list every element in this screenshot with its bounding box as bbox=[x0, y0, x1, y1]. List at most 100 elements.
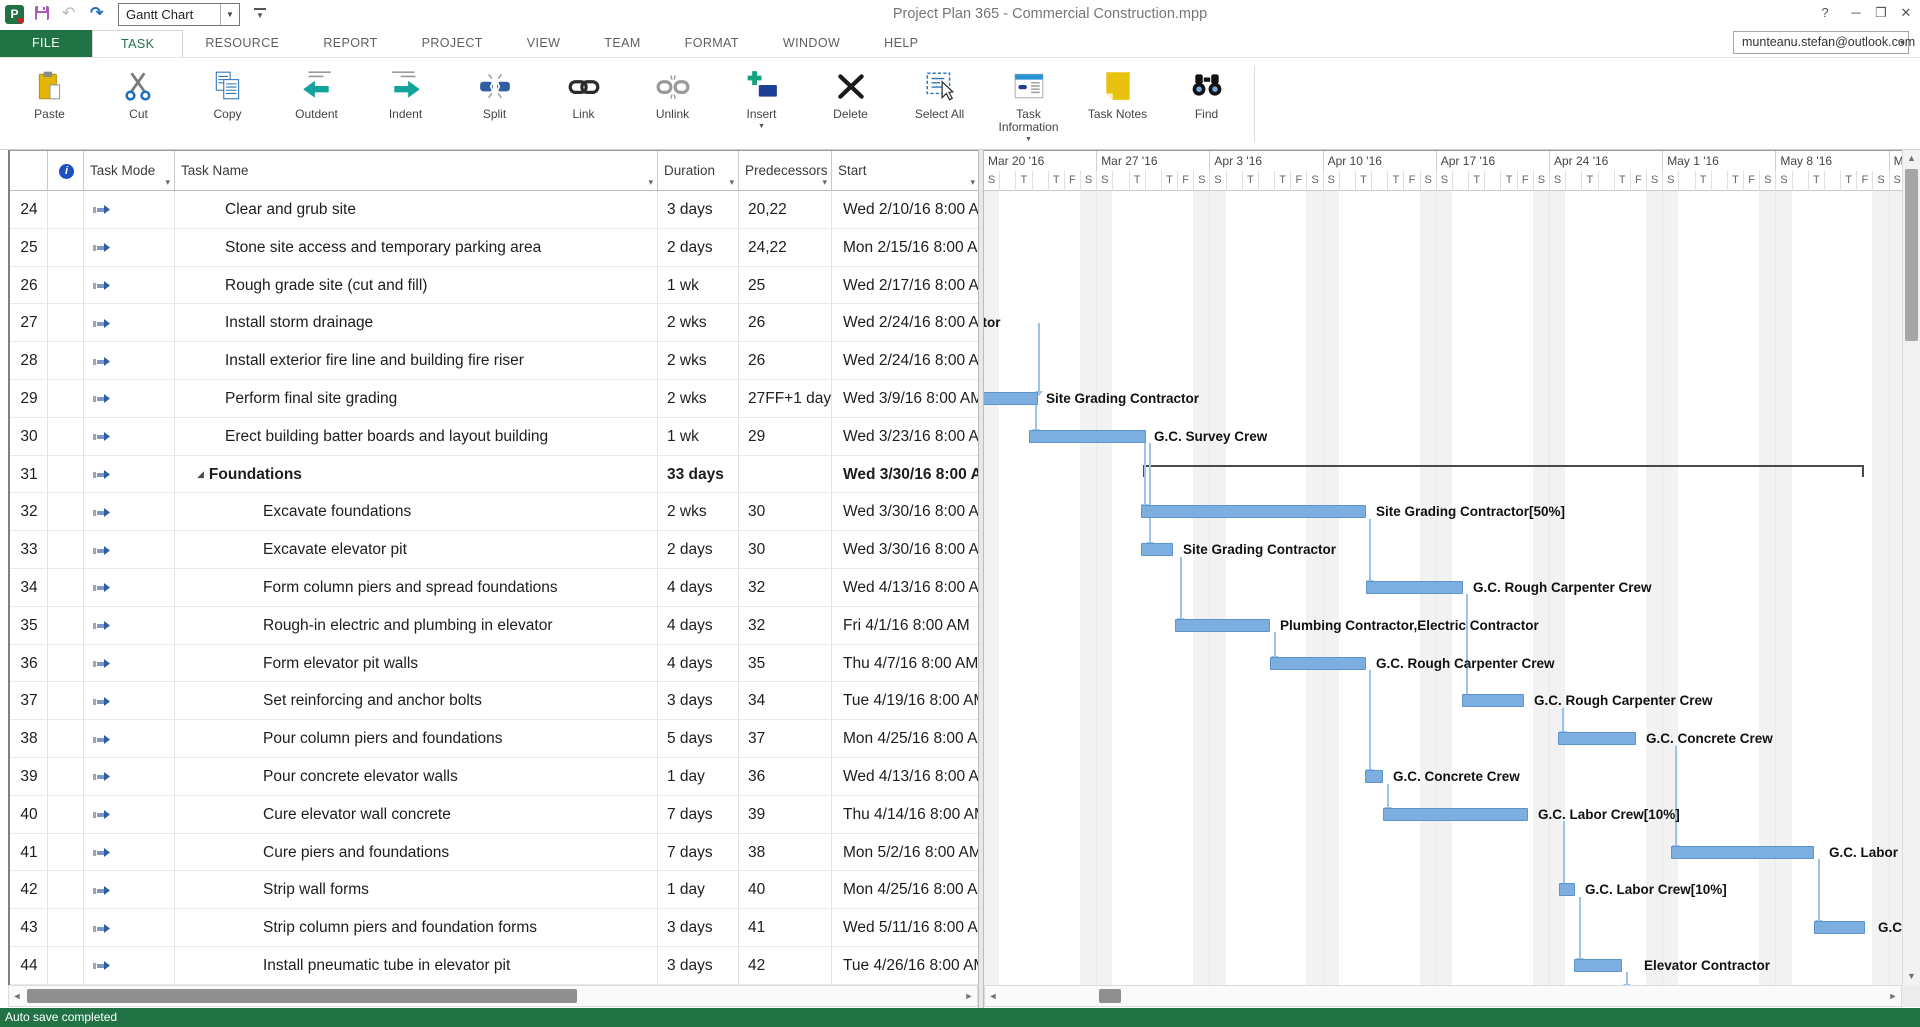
start-cell[interactable]: Wed 2/24/16 8:00 AM bbox=[832, 342, 978, 380]
row-number[interactable]: 44 bbox=[10, 947, 48, 985]
start-cell[interactable]: Mon 5/2/16 8:00 AM bbox=[832, 834, 978, 872]
predecessors-cell[interactable]: 25 bbox=[739, 267, 832, 305]
duration-cell[interactable]: 3 days bbox=[658, 191, 739, 229]
task-name-cell[interactable]: Form elevator pit walls bbox=[175, 645, 658, 683]
outdent-button[interactable]: Outdent bbox=[272, 60, 361, 143]
row-number[interactable]: 41 bbox=[10, 834, 48, 872]
predecessors-cell[interactable]: 26 bbox=[739, 342, 832, 380]
start-cell[interactable]: Mon 2/15/16 8:00 AM bbox=[832, 229, 978, 267]
start-cell[interactable]: Wed 3/30/16 8:00 AM bbox=[832, 456, 978, 494]
task-name-cell[interactable]: Excavate foundations bbox=[175, 493, 658, 531]
row-number[interactable]: 35 bbox=[10, 607, 48, 645]
predecessors-cell[interactable]: 40 bbox=[739, 871, 832, 909]
table-row[interactable]: 30Erect building batter boards and layou… bbox=[10, 418, 978, 456]
duration-cell[interactable]: 33 days bbox=[658, 456, 739, 494]
tab-team[interactable]: TEAM bbox=[582, 30, 662, 57]
start-cell[interactable]: Tue 4/26/16 8:00 AM bbox=[832, 947, 978, 985]
task-name-cell[interactable]: Erect building batter boards and layout … bbox=[175, 418, 658, 456]
start-cell[interactable]: Thu 4/14/16 8:00 AM bbox=[832, 796, 978, 834]
start-cell[interactable]: Wed 2/17/16 8:00 AM bbox=[832, 267, 978, 305]
task-name-cell[interactable]: Rough grade site (cut and fill) bbox=[175, 267, 658, 305]
task-bar[interactable] bbox=[1365, 770, 1383, 783]
paste-button[interactable]: Paste bbox=[5, 60, 94, 143]
task-bar[interactable] bbox=[1270, 657, 1366, 670]
task-name-cell[interactable]: Strip column piers and foundation forms bbox=[175, 909, 658, 947]
undo-icon[interactable]: ↶ bbox=[62, 4, 75, 24]
task-bar[interactable] bbox=[1814, 921, 1865, 934]
table-row[interactable]: 34Form column piers and spread foundatio… bbox=[10, 569, 978, 607]
link-button[interactable]: Link bbox=[539, 60, 628, 143]
table-row[interactable]: 43 Strip column piers and foundation form… bbox=[10, 909, 978, 947]
start-cell[interactable]: Thu 4/7/16 8:00 AM bbox=[832, 645, 978, 683]
predecessors-cell[interactable]: 30 bbox=[739, 493, 832, 531]
task-bar[interactable] bbox=[1141, 505, 1366, 518]
predecessors-cell[interactable]: 20,22 bbox=[739, 191, 832, 229]
start-cell[interactable]: Fri 4/1/16 8:00 AM bbox=[832, 607, 978, 645]
row-number[interactable]: 37 bbox=[10, 682, 48, 720]
row-number[interactable]: 42 bbox=[10, 871, 48, 909]
task-name-cell[interactable]: Pour column piers and foundations bbox=[175, 720, 658, 758]
row-number[interactable]: 24 bbox=[10, 191, 48, 229]
row-number[interactable]: 43 bbox=[10, 909, 48, 947]
close-button[interactable]: ✕ bbox=[1895, 5, 1917, 21]
scroll-left-icon[interactable]: ◄ bbox=[9, 986, 25, 1006]
filter-caret-icon[interactable]: ▾ bbox=[165, 178, 170, 187]
row-number[interactable]: 36 bbox=[10, 645, 48, 683]
start-cell[interactable]: Wed 4/13/16 8:00 AM bbox=[832, 758, 978, 796]
redo-icon[interactable]: ↷ bbox=[90, 4, 103, 24]
predecessors-cell[interactable]: 41 bbox=[739, 909, 832, 947]
scroll-right-icon[interactable]: ► bbox=[1885, 986, 1901, 1006]
row-number[interactable]: 31 bbox=[10, 456, 48, 494]
start-cell[interactable]: Wed 5/11/16 8:00 AM bbox=[832, 909, 978, 947]
duration-cell[interactable]: 1 day bbox=[658, 758, 739, 796]
task-name-cell[interactable]: Install pneumatic tube in elevator pit bbox=[175, 947, 658, 985]
duration-cell[interactable]: 1 day bbox=[658, 871, 739, 909]
predecessors-header[interactable]: Predecessors▾ bbox=[739, 151, 832, 191]
table-row[interactable]: 25Stone site access and temporary parkin… bbox=[10, 229, 978, 267]
table-row[interactable]: 44 Install pneumatic tube in elevator pit… bbox=[10, 947, 978, 985]
vertical-scrollbar[interactable]: ▲ ▼ bbox=[1902, 150, 1920, 985]
task-bar[interactable] bbox=[1366, 581, 1463, 594]
tab-format[interactable]: FORMAT bbox=[663, 30, 761, 57]
start-cell[interactable]: Tue 4/19/16 8:00 AM bbox=[832, 682, 978, 720]
task-bar[interactable] bbox=[1558, 732, 1636, 745]
customize-toolbar-icon[interactable]: ▼ bbox=[254, 8, 266, 20]
row-number[interactable]: 26 bbox=[10, 267, 48, 305]
start-cell[interactable]: Wed 3/30/16 8:00 AM bbox=[832, 493, 978, 531]
start-header[interactable]: Start▾ bbox=[832, 151, 978, 191]
save-icon[interactable] bbox=[34, 5, 50, 27]
start-cell[interactable]: Wed 3/9/16 8:00 AM bbox=[832, 380, 978, 418]
task-bar[interactable] bbox=[984, 392, 1038, 405]
task-name-cell[interactable]: Rough-in electric and plumbing in elevat… bbox=[175, 607, 658, 645]
task-bar[interactable] bbox=[1462, 694, 1524, 707]
duration-cell[interactable]: 2 days bbox=[658, 531, 739, 569]
row-number[interactable]: 27 bbox=[10, 304, 48, 342]
predecessors-cell[interactable]: 39 bbox=[739, 796, 832, 834]
predecessors-cell[interactable]: 24,22 bbox=[739, 229, 832, 267]
table-row[interactable]: 41Cure piers and foundations7 days38Mon … bbox=[10, 834, 978, 872]
duration-cell[interactable]: 7 days bbox=[658, 834, 739, 872]
predecessors-cell[interactable]: 36 bbox=[739, 758, 832, 796]
task-name-cell[interactable]: Form column piers and spread foundations bbox=[175, 569, 658, 607]
scroll-left-icon[interactable]: ◄ bbox=[985, 986, 1001, 1006]
row-number[interactable]: 40 bbox=[10, 796, 48, 834]
task-bar[interactable] bbox=[1141, 543, 1173, 556]
table-row[interactable]: 27Install storm drainage2 wks26Wed 2/24/… bbox=[10, 304, 978, 342]
task-bar[interactable] bbox=[1574, 959, 1622, 972]
account-email[interactable]: munteanu.stefan@outlook.com ▾ bbox=[1733, 31, 1909, 54]
predecessors-cell[interactable]: 32 bbox=[739, 569, 832, 607]
task-mode-header[interactable]: Task Mode▾ bbox=[84, 151, 175, 191]
task-bar[interactable] bbox=[1671, 846, 1814, 859]
tab-file[interactable]: FILE bbox=[0, 30, 92, 57]
filter-caret-icon[interactable]: ▾ bbox=[648, 178, 653, 187]
task-name-cell[interactable]: Cure piers and foundations bbox=[175, 834, 658, 872]
predecessors-cell[interactable]: 35 bbox=[739, 645, 832, 683]
task-name-cell[interactable]: Install exterior fire line and building … bbox=[175, 342, 658, 380]
table-row[interactable]: 28Install exterior fire line and buildin… bbox=[10, 342, 978, 380]
task-name-cell[interactable]: ◢Foundations bbox=[175, 456, 658, 494]
view-selector[interactable]: Gantt Chart ▼ bbox=[118, 3, 240, 26]
predecessors-cell[interactable]: 29 bbox=[739, 418, 832, 456]
predecessors-cell[interactable]: 32 bbox=[739, 607, 832, 645]
task-bar[interactable] bbox=[1175, 619, 1270, 632]
table-row[interactable]: 37Set reinforcing and anchor bolts3 days… bbox=[10, 682, 978, 720]
